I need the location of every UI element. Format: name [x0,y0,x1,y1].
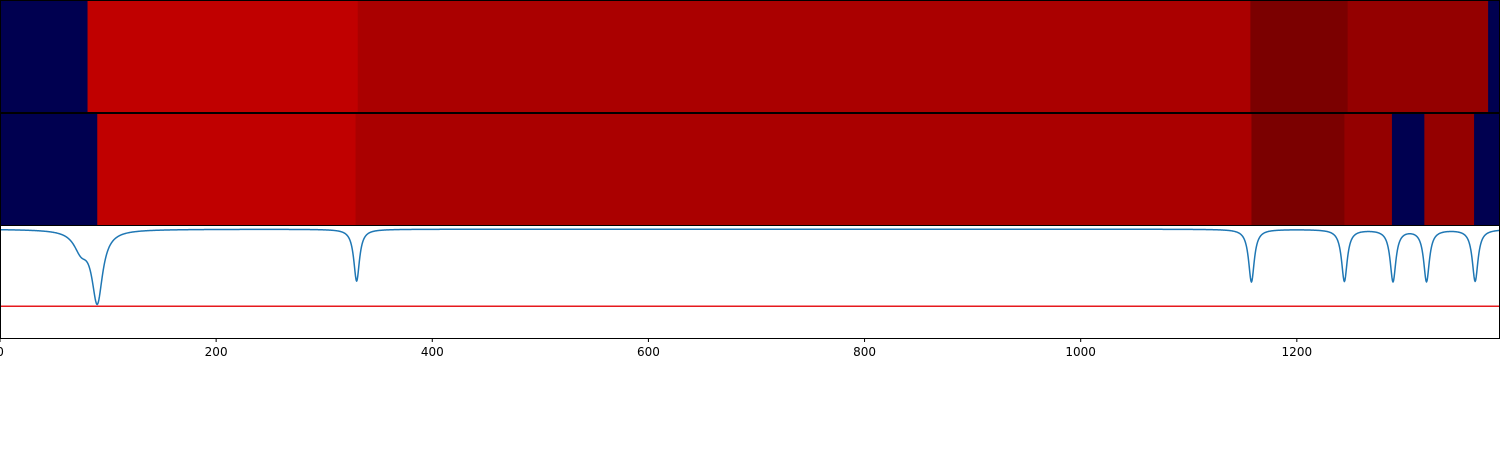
x-tick-label: 1000 [1065,345,1096,359]
x-tick-label: 1200 [1282,345,1313,359]
line-panel [0,228,1500,307]
heatmap-segment [0,113,98,225]
heatmap-segment [87,0,359,112]
heatmap-segment [1474,113,1500,225]
x-tick-label: 200 [205,345,228,359]
chart-figure: 0 200 400 600 800 1000 1200 [0,0,1500,450]
series-line [0,228,1500,306]
heatmap-segment [1424,113,1475,225]
heatmap-segment [1391,113,1425,225]
heatmap-segment [97,113,357,225]
heatmap-segment [355,113,1252,225]
heatmap-segment [1488,0,1500,112]
heatmap-strip-middle [0,113,1500,225]
x-tick-label: 800 [853,345,876,359]
x-tick-label: 400 [421,345,444,359]
panel-frame [0,225,1500,339]
heatmap-segment [1250,0,1349,112]
heatmap-segment [0,0,89,112]
heatmap-segment [1347,0,1489,112]
heatmap-segment [1344,113,1393,225]
x-tick-label: 600 [637,345,660,359]
heatmap-segment [1251,113,1345,225]
heatmap-strip-top [0,0,1500,112]
x-axis: 0 200 400 600 800 1000 1200 [0,338,1312,359]
x-tick-label: 0 [0,345,4,359]
heatmap-segment [357,0,1251,112]
chart-svg: 0 200 400 600 800 1000 1200 [0,0,1500,359]
